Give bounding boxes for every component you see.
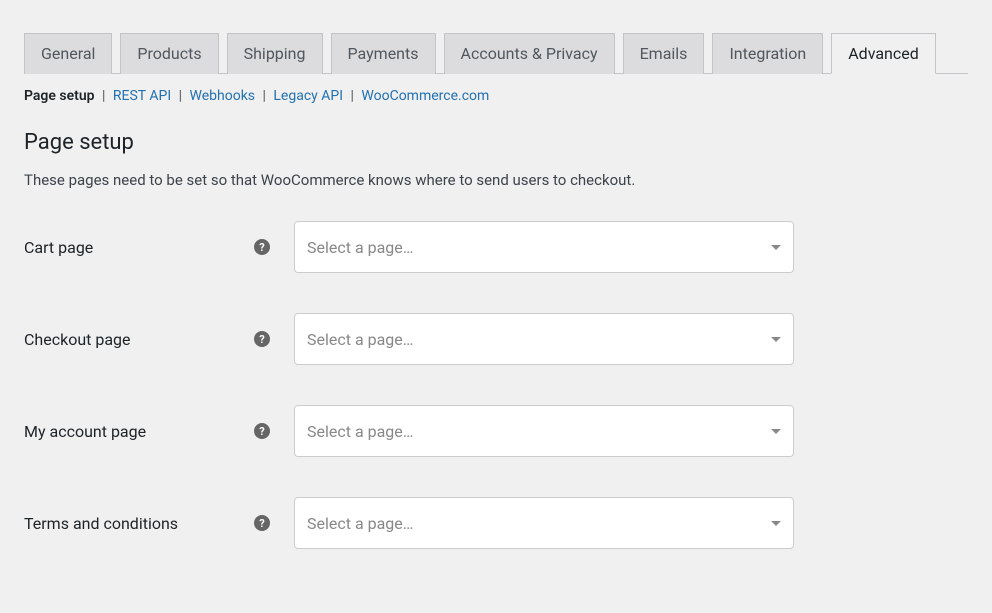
advanced-sub-nav: Page setup | REST API | Webhooks | Legac… (24, 74, 968, 118)
field-label-my-account-page: My account page (24, 422, 146, 441)
my-account-page-select[interactable]: Select a page… (294, 405, 794, 457)
field-label-terms-and-conditions: Terms and conditions (24, 514, 178, 533)
page-title: Page setup (24, 130, 968, 155)
tab-products[interactable]: Products (120, 33, 218, 74)
select-placeholder: Select a page… (307, 238, 413, 257)
tab-emails[interactable]: Emails (623, 33, 705, 74)
field-row-checkout-page: Checkout page ? Select a page… (24, 313, 968, 365)
field-row-cart-page: Cart page ? Select a page… (24, 221, 968, 273)
tab-shipping[interactable]: Shipping (227, 33, 323, 74)
sub-nav-rest-api[interactable]: REST API (113, 88, 171, 104)
section-description: These pages need to be set so that WooCo… (24, 171, 968, 189)
field-label-cart-page: Cart page (24, 238, 93, 257)
chevron-down-icon (771, 331, 781, 347)
select-placeholder: Select a page… (307, 330, 413, 349)
label-column: My account page ? (24, 422, 294, 441)
chevron-down-icon (771, 515, 781, 531)
help-icon[interactable]: ? (254, 239, 270, 255)
help-icon[interactable]: ? (254, 515, 270, 531)
sub-nav-page-setup[interactable]: Page setup (24, 88, 95, 104)
tab-payments[interactable]: Payments (331, 33, 436, 74)
sub-nav-woocommerce-com[interactable]: WooCommerce.com (361, 88, 489, 104)
sub-nav-separator: | (179, 88, 186, 104)
checkout-page-select[interactable]: Select a page… (294, 313, 794, 365)
sub-nav-webhooks[interactable]: Webhooks (190, 88, 256, 104)
cart-page-select[interactable]: Select a page… (294, 221, 794, 273)
field-label-checkout-page: Checkout page (24, 330, 131, 349)
label-column: Cart page ? (24, 238, 294, 257)
chevron-down-icon (771, 423, 781, 439)
help-icon[interactable]: ? (254, 423, 270, 439)
label-column: Terms and conditions ? (24, 514, 294, 533)
sub-nav-separator: | (102, 88, 109, 104)
terms-and-conditions-select[interactable]: Select a page… (294, 497, 794, 549)
select-placeholder: Select a page… (307, 514, 413, 533)
settings-tabs: General Products Shipping Payments Accou… (24, 0, 968, 74)
label-column: Checkout page ? (24, 330, 294, 349)
tab-accounts-privacy[interactable]: Accounts & Privacy (444, 33, 615, 74)
field-row-my-account-page: My account page ? Select a page… (24, 405, 968, 457)
tab-integration[interactable]: Integration (712, 33, 823, 74)
tab-advanced[interactable]: Advanced (831, 33, 936, 74)
chevron-down-icon (771, 239, 781, 255)
sub-nav-separator: | (263, 88, 270, 104)
sub-nav-legacy-api[interactable]: Legacy API (273, 88, 343, 104)
select-placeholder: Select a page… (307, 422, 413, 441)
sub-nav-separator: | (351, 88, 358, 104)
field-row-terms-and-conditions: Terms and conditions ? Select a page… (24, 497, 968, 549)
help-icon[interactable]: ? (254, 331, 270, 347)
tab-general[interactable]: General (24, 33, 112, 74)
